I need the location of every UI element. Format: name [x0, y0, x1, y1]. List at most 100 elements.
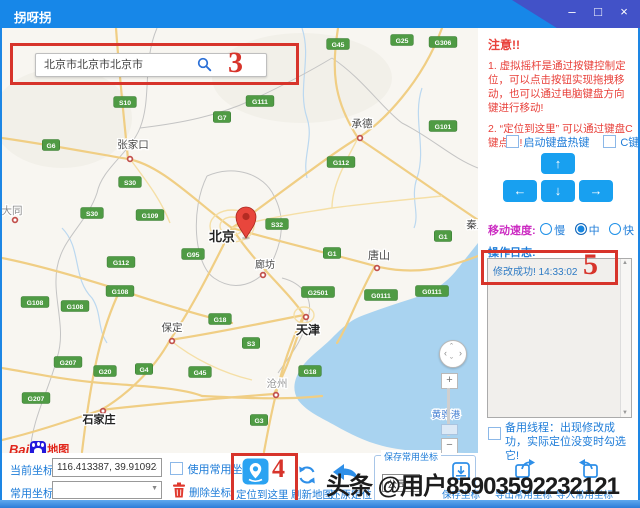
hotkey-checkbox-row: 启动键盘热键 C键定位: [506, 133, 640, 151]
chevron-down-icon[interactable]: ▼: [151, 485, 158, 492]
svg-text:保定: 保定: [162, 321, 183, 334]
svg-text:廊坊: 廊坊: [255, 258, 275, 271]
baidu-map-logo: Bai 地图: [9, 440, 69, 453]
svg-text:S32: S32: [271, 222, 283, 229]
speed-row: 移动速度: 慢 中 快 飞: [488, 221, 640, 239]
save-group-label: 保存常用坐标: [381, 450, 442, 463]
saved-coords-label: 常用坐标:: [10, 488, 58, 500]
svg-text:天津: 天津: [296, 322, 320, 337]
svg-text:沧州: 沧州: [267, 377, 288, 390]
svg-text:G1: G1: [327, 251, 336, 258]
scroll-down-icon[interactable]: ▼: [622, 410, 628, 416]
svg-text:G112: G112: [333, 160, 349, 167]
svg-text:G108: G108: [67, 304, 84, 311]
hotkey-checkbox-label: 启动键盘热键: [523, 137, 590, 149]
radio-icon[interactable]: [609, 223, 622, 235]
pan-down-icon[interactable]: ˇ: [450, 357, 453, 366]
map-canvas[interactable]: G45 G25 G306 S10 G111 G7 G101 G6 G112 S30 S30 G109 S…: [2, 28, 478, 453]
svg-text:S30: S30: [86, 211, 98, 218]
svg-text:G2501: G2501: [308, 290, 329, 297]
move-right-button[interactable]: →: [579, 180, 613, 202]
pan-right-icon[interactable]: ›: [459, 349, 462, 358]
svg-text:G45: G45: [332, 42, 345, 49]
svg-text:S3: S3: [247, 341, 256, 348]
saved-coords-select[interactable]: ▼: [52, 481, 162, 499]
svg-text:大同: 大同: [2, 204, 23, 217]
refresh-icon[interactable]: [296, 464, 318, 486]
maximize-button[interactable]: □: [590, 4, 606, 19]
svg-text:张家口: 张家口: [117, 138, 149, 151]
ckey-checkbox[interactable]: [602, 135, 616, 148]
hotkey-checkbox[interactable]: [506, 135, 519, 148]
speed-option-medium[interactable]: 中: [574, 223, 600, 237]
notice-title: 注意!!: [488, 38, 520, 52]
svg-text:G111: G111: [252, 99, 268, 106]
app-title: 拐呀拐: [14, 11, 52, 25]
app-window: 拐呀拐 – □ × G45 G25 G306 S10 G111 G7 G101 …: [0, 0, 640, 508]
move-down-button[interactable]: ↓: [541, 180, 575, 202]
annotation-digit-4: 4: [272, 454, 285, 483]
map-pane[interactable]: G45 G25 G306 S10 G111 G7 G101 G6 G112 S30 S30 G109 S…: [2, 28, 478, 453]
locate-here-icon[interactable]: [242, 458, 269, 485]
move-left-button[interactable]: ←: [503, 180, 537, 202]
svg-text:G45: G45: [194, 370, 207, 377]
svg-text:G18: G18: [304, 369, 317, 376]
svg-text:G109: G109: [142, 213, 159, 220]
scroll-up-icon[interactable]: ▲: [622, 260, 628, 266]
search-icon[interactable]: [197, 57, 212, 72]
svg-text:G1: G1: [438, 234, 447, 241]
svg-text:G0111: G0111: [371, 293, 391, 300]
log-scrollbar[interactable]: ▲ ▼: [620, 259, 631, 417]
close-button[interactable]: ×: [616, 4, 632, 19]
svg-text:G306: G306: [435, 40, 452, 47]
svg-text:G4: G4: [139, 367, 148, 374]
baidu-logo-text: Bai: [9, 441, 30, 454]
backup-thread-row: 备用线程：出现修改成功，实际定位没变时勾选它!: [488, 421, 630, 463]
current-coords-input[interactable]: [52, 458, 162, 477]
baidu-paw-icon: [30, 441, 47, 453]
svg-text:G3: G3: [254, 418, 263, 425]
svg-text:G18: G18: [214, 317, 227, 324]
map-pan-control[interactable]: ˆ ˇ ‹ ›: [439, 340, 467, 368]
trash-icon[interactable]: [172, 482, 186, 498]
zoom-slider-handle[interactable]: [441, 424, 458, 435]
current-coords-label: 当前坐标:: [10, 465, 58, 477]
delete-coords-button[interactable]: 删除坐标: [189, 485, 231, 500]
window-border-bottom: [0, 500, 640, 508]
backup-thread-label: 备用线程：出现修改成功，实际定位没变时勾选它!: [505, 422, 626, 462]
svg-text:承德: 承德: [352, 117, 373, 130]
svg-text:G101: G101: [435, 124, 452, 131]
minimize-button[interactable]: –: [564, 4, 580, 19]
svg-text:北京: 北京: [209, 229, 235, 244]
annotation-digit-5: 5: [583, 248, 598, 281]
use-saved-checkbox[interactable]: [170, 462, 183, 475]
svg-text:石家庄: 石家庄: [82, 412, 116, 426]
zoom-out-button[interactable]: −: [441, 438, 458, 453]
radio-icon[interactable]: [540, 223, 553, 235]
svg-text:G207: G207: [60, 360, 77, 367]
pan-left-icon[interactable]: ‹: [444, 349, 447, 358]
notice-item-1: 1. 虚拟摇杆是通过按键控制定位，可以点击按钮实现拖拽移动，也可以通过电脑键盘方…: [488, 60, 626, 114]
speed-label: 移动速度:: [488, 225, 536, 237]
svg-text:S30: S30: [124, 180, 136, 187]
speed-option-slow[interactable]: 慢: [540, 223, 565, 237]
svg-text:G207: G207: [28, 396, 45, 403]
svg-text:G6: G6: [46, 143, 55, 150]
svg-text:G0111: G0111: [422, 289, 442, 296]
speed-option-fast[interactable]: 快: [609, 223, 634, 237]
svg-text:G7: G7: [217, 115, 226, 122]
radio-icon-selected[interactable]: [574, 223, 587, 235]
svg-text:S10: S10: [119, 100, 131, 107]
zoom-in-button[interactable]: +: [441, 373, 458, 389]
svg-text:G112: G112: [113, 260, 129, 267]
svg-text:G108: G108: [27, 300, 44, 307]
svg-text:唐山: 唐山: [368, 248, 390, 262]
annotation-digit-3: 3: [228, 46, 243, 79]
svg-text:G20: G20: [99, 369, 112, 376]
title-bar: 拐呀拐 – □ ×: [0, 0, 640, 28]
svg-text:G25: G25: [396, 38, 409, 45]
pan-up-icon[interactable]: ˆ: [450, 343, 453, 352]
svg-text:G108: G108: [112, 289, 129, 296]
backup-thread-checkbox[interactable]: [488, 427, 501, 440]
baidu-logo-mapword: 地图: [47, 444, 70, 453]
